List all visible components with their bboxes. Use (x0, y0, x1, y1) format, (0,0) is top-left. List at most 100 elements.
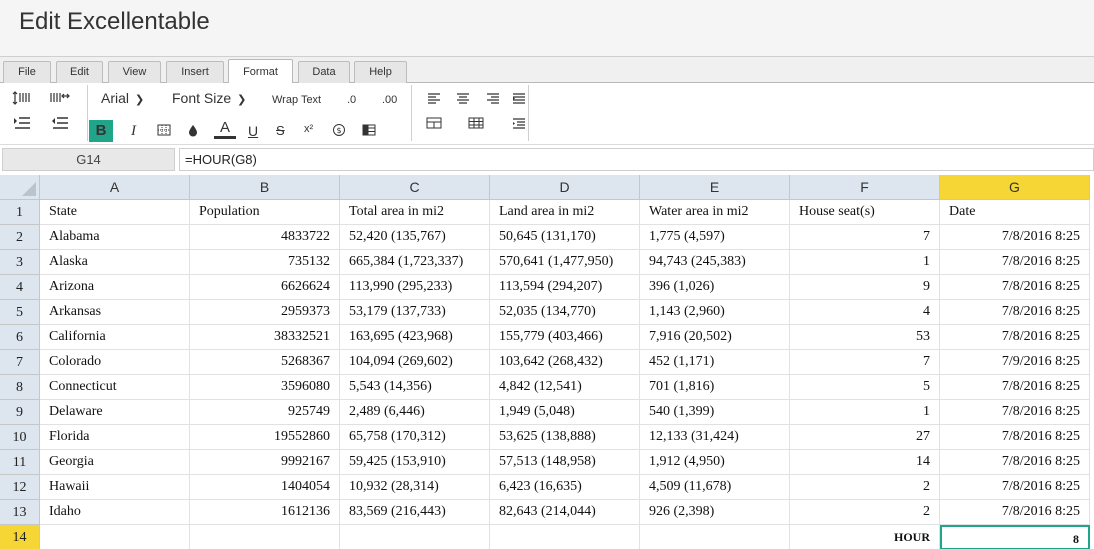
increase-decimal-button[interactable]: .00 (382, 94, 397, 106)
bold-button[interactable]: B (89, 120, 113, 142)
cell-f9[interactable]: 1 (790, 400, 940, 425)
row-header-7[interactable]: 7 (0, 350, 40, 375)
cell-f3[interactable]: 1 (790, 250, 940, 275)
cell-d4[interactable]: 113,594 (294,207) (490, 275, 640, 300)
column-header-a[interactable]: A (40, 175, 190, 200)
cell-g10[interactable]: 7/8/2016 8:25 (940, 425, 1090, 450)
cell-e7[interactable]: 452 (1,171) (640, 350, 790, 375)
cell-a9[interactable]: Delaware (40, 400, 190, 425)
tab-edit[interactable]: Edit (56, 61, 103, 83)
wrap-text-button[interactable]: Wrap Text (272, 94, 321, 106)
cell-e4[interactable]: 396 (1,026) (640, 275, 790, 300)
cell-c14[interactable] (340, 525, 490, 549)
column-header-d[interactable]: D (490, 175, 640, 200)
column-header-g[interactable]: G (940, 175, 1090, 200)
cell-a4[interactable]: Arizona (40, 275, 190, 300)
tab-insert[interactable]: Insert (166, 61, 224, 83)
row-header-11[interactable]: 11 (0, 450, 40, 475)
cell-a11[interactable]: Georgia (40, 450, 190, 475)
tab-help[interactable]: Help (354, 61, 407, 83)
cell-c7[interactable]: 104,094 (269,602) (340, 350, 490, 375)
cell-f5[interactable]: 4 (790, 300, 940, 325)
formula-input[interactable]: =HOUR(G8) (179, 148, 1094, 171)
cell-g11[interactable]: 7/8/2016 8:25 (940, 450, 1090, 475)
cell-reference-box[interactable]: G14 (2, 148, 175, 171)
cell-a14[interactable] (40, 525, 190, 549)
cell-b13[interactable]: 1612136 (190, 500, 340, 525)
cell-d10[interactable]: 53,625 (138,888) (490, 425, 640, 450)
cell-c12[interactable]: 10,932 (28,314) (340, 475, 490, 500)
cell-c2[interactable]: 52,420 (135,767) (340, 225, 490, 250)
cell-e12[interactable]: 4,509 (11,678) (640, 475, 790, 500)
cell-a8[interactable]: Connecticut (40, 375, 190, 400)
cell-f14[interactable]: HOUR (790, 525, 940, 549)
cell-b11[interactable]: 9992167 (190, 450, 340, 475)
cell-e10[interactable]: 12,133 (31,424) (640, 425, 790, 450)
row-header-10[interactable]: 10 (0, 425, 40, 450)
cell-c1[interactable]: Total area in mi2 (340, 200, 490, 225)
cell-a5[interactable]: Arkansas (40, 300, 190, 325)
row-header-5[interactable]: 5 (0, 300, 40, 325)
column-header-f[interactable]: F (790, 175, 940, 200)
cell-d7[interactable]: 103,642 (268,432) (490, 350, 640, 375)
row-header-2[interactable]: 2 (0, 225, 40, 250)
select-all-corner[interactable] (0, 175, 40, 200)
cell-b6[interactable]: 38332521 (190, 325, 340, 350)
cell-c4[interactable]: 113,990 (295,233) (340, 275, 490, 300)
cell-a1[interactable]: State (40, 200, 190, 225)
cell-d12[interactable]: 6,423 (16,635) (490, 475, 640, 500)
fill-color-icon[interactable] (182, 120, 204, 140)
tab-file[interactable]: File (3, 61, 51, 83)
cell-g13[interactable]: 7/8/2016 8:25 (940, 500, 1090, 525)
cell-c3[interactable]: 665,384 (1,723,337) (340, 250, 490, 275)
cell-b8[interactable]: 3596080 (190, 375, 340, 400)
column-header-c[interactable]: C (340, 175, 490, 200)
row-header-3[interactable]: 3 (0, 250, 40, 275)
italic-button[interactable]: I (131, 123, 136, 140)
cell-d14[interactable] (490, 525, 640, 549)
cell-b2[interactable]: 4833722 (190, 225, 340, 250)
indent-increase-icon[interactable] (11, 113, 33, 133)
cell-f7[interactable]: 7 (790, 350, 940, 375)
cell-e5[interactable]: 1,143 (2,960) (640, 300, 790, 325)
cell-f2[interactable]: 7 (790, 225, 940, 250)
font-family-dropdown[interactable]: Arial ❯ (101, 90, 144, 106)
cell-a2[interactable]: Alabama (40, 225, 190, 250)
tab-data[interactable]: Data (298, 61, 350, 83)
row-header-1[interactable]: 1 (0, 200, 40, 225)
column-header-e[interactable]: E (640, 175, 790, 200)
underline-button[interactable]: U (248, 123, 258, 139)
cell-b7[interactable]: 5268367 (190, 350, 340, 375)
cell-e14[interactable] (640, 525, 790, 549)
cell-c10[interactable]: 65,758 (170,312) (340, 425, 490, 450)
tab-format[interactable]: Format (228, 59, 293, 84)
cell-d8[interactable]: 4,842 (12,541) (490, 375, 640, 400)
cell-c6[interactable]: 163,695 (423,968) (340, 325, 490, 350)
selected-cell[interactable]: 8 (940, 525, 1090, 549)
cell-g2[interactable]: 7/8/2016 8:25 (940, 225, 1090, 250)
row-header-14[interactable]: 14 (0, 525, 40, 549)
cell-e9[interactable]: 540 (1,399) (640, 400, 790, 425)
cell-e3[interactable]: 94,743 (245,383) (640, 250, 790, 275)
cell-e2[interactable]: 1,775 (4,597) (640, 225, 790, 250)
cell-b9[interactable]: 925749 (190, 400, 340, 425)
cell-c9[interactable]: 2,489 (6,446) (340, 400, 490, 425)
cell-g8[interactable]: 7/8/2016 8:25 (940, 375, 1090, 400)
merge-cells-icon[interactable] (423, 113, 445, 133)
cell-c11[interactable]: 59,425 (153,910) (340, 450, 490, 475)
cell-g4[interactable]: 7/8/2016 8:25 (940, 275, 1090, 300)
cell-g5[interactable]: 7/8/2016 8:25 (940, 300, 1090, 325)
cell-a10[interactable]: Florida (40, 425, 190, 450)
decrease-decimal-button[interactable]: .0 (347, 94, 356, 106)
border-icon[interactable] (153, 120, 175, 140)
cell-d2[interactable]: 50,645 (131,170) (490, 225, 640, 250)
row-header-8[interactable]: 8 (0, 375, 40, 400)
cell-b5[interactable]: 2959373 (190, 300, 340, 325)
cell-f13[interactable]: 2 (790, 500, 940, 525)
strikethrough-button[interactable]: S (276, 123, 285, 138)
cell-g3[interactable]: 7/8/2016 8:25 (940, 250, 1090, 275)
row-header-12[interactable]: 12 (0, 475, 40, 500)
cell-style-icon[interactable] (358, 120, 380, 140)
table-icon[interactable] (465, 113, 487, 133)
row-header-4[interactable]: 4 (0, 275, 40, 300)
